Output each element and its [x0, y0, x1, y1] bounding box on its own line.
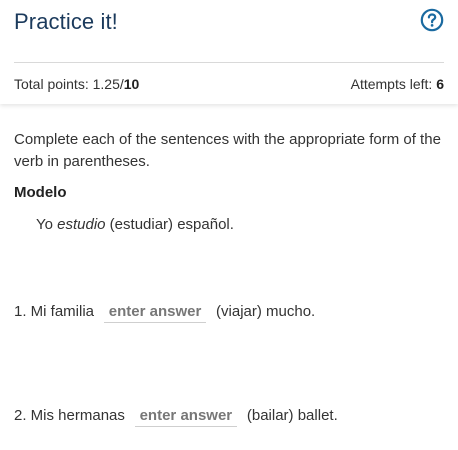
attempts-left: Attempts left: 6	[351, 76, 444, 92]
header-bar: Practice it! Total points: 1.25/10 Attem…	[0, 0, 458, 104]
question-2-prefix: 2. Mis hermanas	[14, 407, 125, 424]
points-value: 1.25/	[92, 76, 124, 92]
header-divider	[14, 62, 444, 63]
question-2-suffix: (bailar) ballet.	[246, 407, 338, 424]
question-1: 1. Mi familia (viajar) mucho.	[14, 303, 315, 323]
help-icon[interactable]	[420, 8, 444, 32]
page-title: Practice it!	[14, 9, 118, 34]
question-2: 2. Mis hermanas (bailar) ballet.	[14, 407, 338, 427]
points-label: Total points:	[14, 76, 93, 92]
instructions-text: Complete each of the sentences with the …	[14, 131, 441, 170]
modelo-suffix: (estudiar) español.	[105, 216, 234, 233]
total-points: Total points: 1.25/10	[14, 76, 139, 92]
modelo-label: Modelo	[14, 184, 67, 201]
modelo-example: Yo estudio (estudiar) español.	[36, 216, 234, 233]
modelo-prefix: Yo	[36, 216, 58, 233]
question-1-prefix: 1. Mi familia	[14, 303, 95, 320]
attempts-label: Attempts left:	[350, 76, 437, 92]
answer-input-2[interactable]	[134, 407, 237, 427]
points-total: 10	[123, 76, 140, 92]
modelo-italic: estudio	[57, 216, 106, 233]
answer-input-1[interactable]	[104, 303, 207, 323]
attempts-value: 6	[436, 76, 444, 92]
question-1-suffix: (viajar) mucho.	[216, 303, 316, 320]
